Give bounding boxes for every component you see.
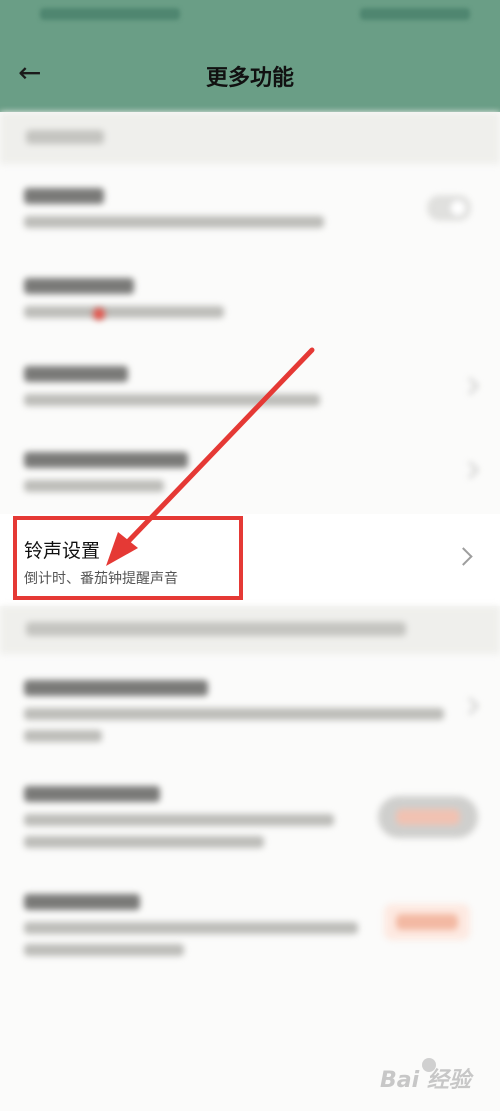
status-bar bbox=[0, 8, 500, 30]
red-dot-icon bbox=[93, 308, 105, 320]
chevron-right-icon bbox=[461, 377, 479, 395]
list-item-blurred[interactable] bbox=[0, 654, 500, 756]
watermark-logo: Bai 经验 bbox=[366, 1058, 496, 1102]
status-battery-blur bbox=[360, 8, 470, 20]
list-item-blurred[interactable] bbox=[0, 164, 500, 254]
status-carrier-blur bbox=[40, 8, 180, 20]
highlight-box bbox=[13, 516, 243, 600]
list-item-blurred[interactable] bbox=[0, 756, 500, 864]
app-header: ← 更多功能 bbox=[0, 0, 500, 112]
chevron-right-icon bbox=[461, 697, 479, 715]
watermark-text: Bai 经验 bbox=[380, 1068, 471, 1093]
section-header-blurred bbox=[0, 606, 500, 654]
list-item-blurred[interactable] bbox=[0, 430, 500, 514]
settings-list: 铃声设置 倒计时、番茄钟提醒声音 bbox=[0, 112, 500, 1111]
action-button-blurred[interactable] bbox=[384, 904, 470, 940]
chevron-right-icon bbox=[454, 547, 473, 566]
section-header-blurred bbox=[0, 112, 500, 164]
list-item-blurred[interactable] bbox=[0, 254, 500, 344]
list-item-blurred[interactable] bbox=[0, 344, 500, 430]
page-title: 更多功能 bbox=[205, 66, 294, 91]
action-button-blurred[interactable] bbox=[378, 796, 478, 838]
list-item-blurred[interactable] bbox=[0, 864, 500, 972]
chevron-right-icon bbox=[461, 461, 479, 479]
